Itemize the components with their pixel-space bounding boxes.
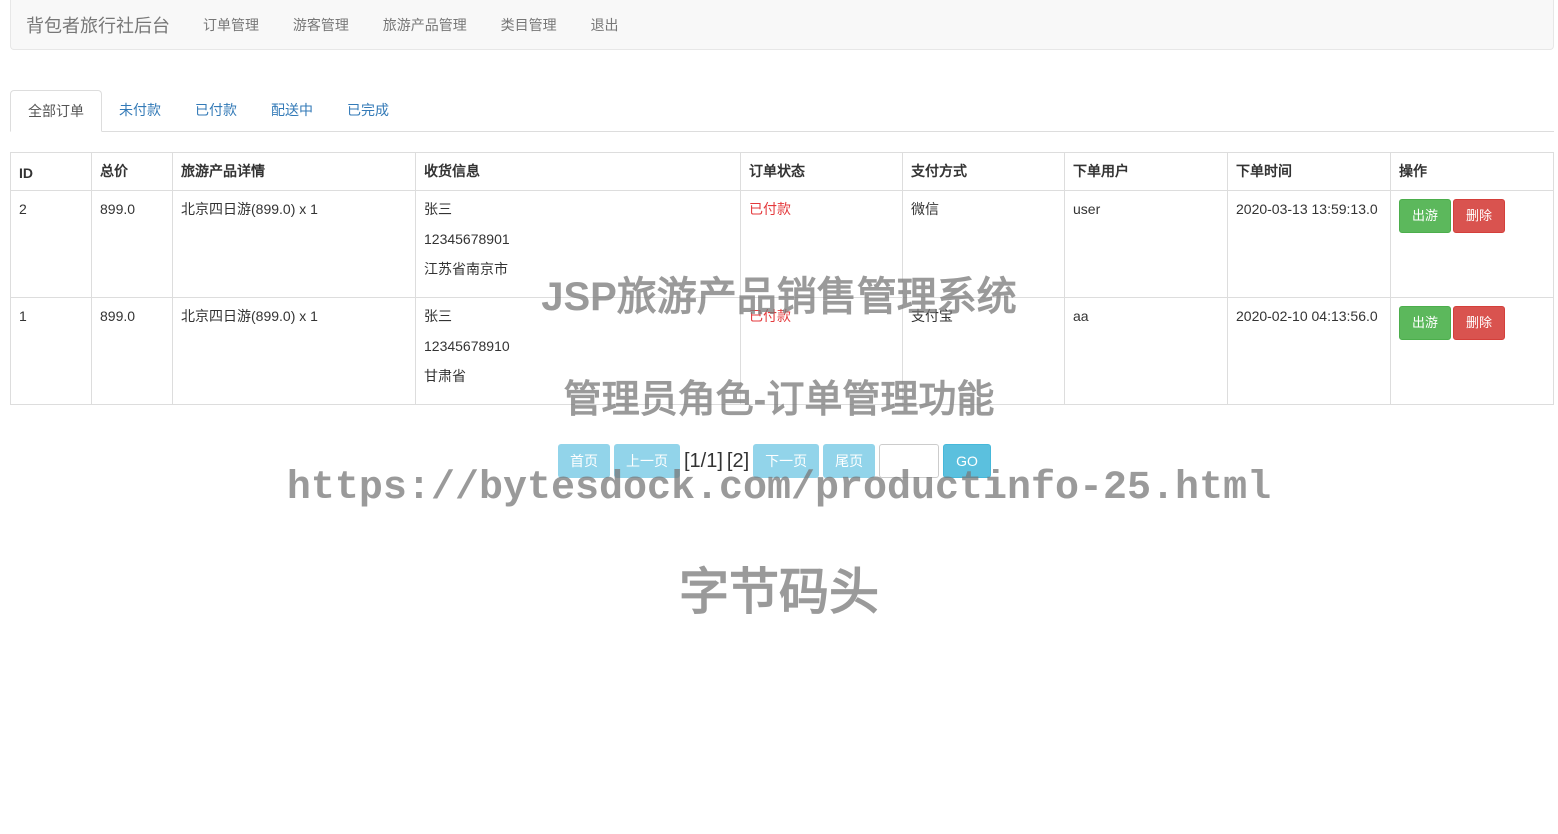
cell-detail: 北京四日游(899.0) x 1 [172, 297, 416, 405]
cell-actions: 出游 删除 [1390, 190, 1554, 298]
cell-time: 2020-02-10 04:13:56.0 [1227, 297, 1391, 405]
cell-time: 2020-03-13 13:59:13.0 [1227, 190, 1391, 298]
cell-detail: 北京四日游(899.0) x 1 [172, 190, 416, 298]
ship-button[interactable]: 出游 [1399, 199, 1452, 233]
delete-button[interactable]: 删除 [1453, 199, 1506, 233]
tab-all[interactable]: 全部订单 [10, 90, 102, 132]
nav-logout[interactable]: 退出 [591, 17, 619, 33]
cell-id: 2 [10, 190, 92, 298]
cell-total: 899.0 [91, 190, 173, 298]
watermark-url: https://bytesdock.com/productinfo-25.htm… [286, 466, 1272, 511]
header-id: ID [10, 152, 92, 191]
watermark-title: JSP旅游产品销售管理系统 [541, 275, 1017, 319]
brand[interactable]: 背包者旅行社后台 [11, 12, 185, 38]
nav-product-management[interactable]: 旅游产品管理 [383, 17, 467, 33]
tab-unpaid[interactable]: 未付款 [102, 90, 178, 131]
cell-id: 1 [10, 297, 92, 405]
header-shipping: 收货信息 [415, 152, 741, 191]
nav-order-management[interactable]: 订单管理 [203, 17, 259, 33]
nav-category-management[interactable]: 类目管理 [501, 17, 557, 33]
recipient-phone: 12345678901 [424, 231, 510, 247]
tab-paid[interactable]: 已付款 [178, 90, 254, 131]
cell-actions: 出游 删除 [1390, 297, 1554, 405]
watermark-brand: 字节码头 [679, 564, 879, 620]
header-detail: 旅游产品详情 [172, 152, 416, 191]
nav-tourist-management[interactable]: 游客管理 [293, 17, 349, 33]
recipient-name: 张三 [424, 201, 452, 217]
order-tabs: 全部订单 未付款 已付款 配送中 已完成 [10, 90, 1554, 132]
navbar: 背包者旅行社后台 订单管理 游客管理 旅游产品管理 类目管理 退出 [10, 0, 1554, 50]
watermark-subtitle: 管理员角色-订单管理功能 [563, 379, 995, 421]
header-total: 总价 [91, 152, 173, 191]
header-time: 下单时间 [1227, 152, 1391, 191]
header-user: 下单用户 [1064, 152, 1228, 191]
header-status: 订单状态 [740, 152, 903, 191]
tab-completed[interactable]: 已完成 [330, 90, 406, 131]
cell-total: 899.0 [91, 297, 173, 405]
header-payment: 支付方式 [902, 152, 1065, 191]
cell-user: aa [1064, 297, 1228, 405]
delete-button[interactable]: 删除 [1453, 306, 1506, 340]
ship-button[interactable]: 出游 [1399, 306, 1452, 340]
cell-user: user [1064, 190, 1228, 298]
tab-shipping[interactable]: 配送中 [254, 90, 330, 131]
recipient-phone: 12345678910 [424, 338, 510, 354]
header-actions: 操作 [1390, 152, 1554, 191]
